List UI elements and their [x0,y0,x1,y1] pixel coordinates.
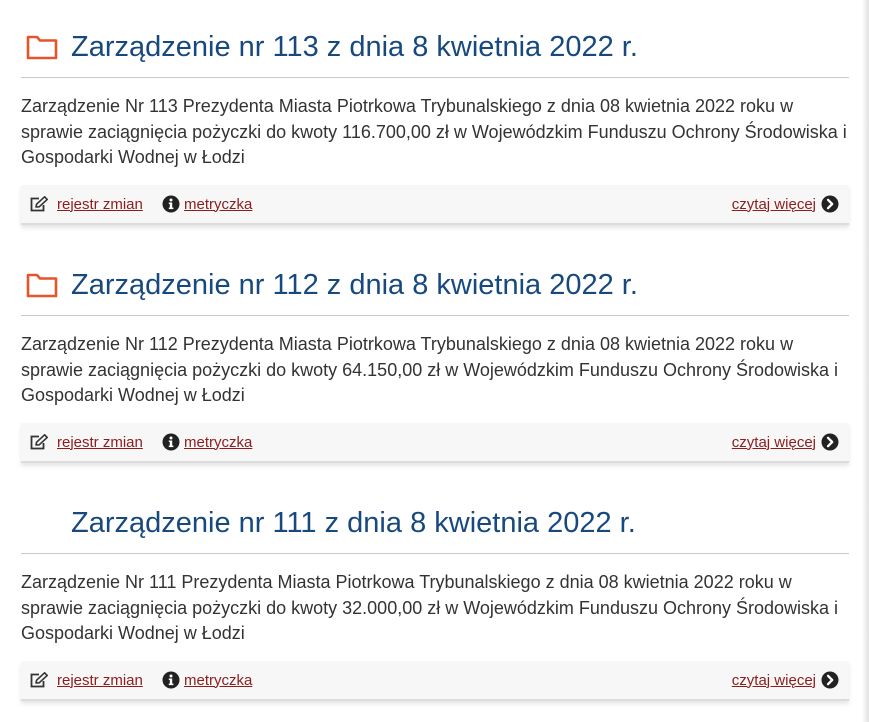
czytaj-wiecej-link[interactable]: czytaj więcej [732,423,839,461]
metryczka-label: metryczka [184,433,253,451]
czytaj-wiecej-label: czytaj więcej [731,433,816,451]
info-icon [162,433,180,451]
edit-icon [30,196,48,212]
entry-header: Zarządzenie nr 113 z dnia 8 kwietnia 202… [21,25,849,78]
document-list: Zarządzenie nr 113 z dnia 8 kwietnia 202… [21,0,849,714]
czytaj-wiecej-label: czytaj więcej [731,671,816,689]
metryczka-link[interactable]: metryczka [162,423,252,461]
czytaj-wiecej-link[interactable]: czytaj więcej [732,661,839,699]
entry-title[interactable]: Zarządzenie nr 113 z dnia 8 kwietnia 202… [71,31,638,63]
metryczka-link[interactable]: metryczka [162,185,252,223]
entry-header: Zarządzenie nr 112 z dnia 8 kwietnia 202… [21,263,849,316]
metryczka-label: metryczka [184,195,253,213]
arrow-circle-right-icon [821,671,839,689]
folder-icon [26,273,58,298]
document-entry: Zarządzenie nr 113 z dnia 8 kwietnia 202… [21,0,849,238]
czytaj-wiecej-link[interactable]: czytaj więcej [732,185,839,223]
rejestr-zmian-link[interactable]: rejestr zmian [29,185,143,223]
entry-title[interactable]: Zarządzenie nr 112 z dnia 8 kwietnia 202… [71,269,638,301]
rejestr-zmian-label: rejestr zmian [57,671,143,689]
metryczka-link[interactable]: metryczka [162,661,252,699]
entry-actions-bar: rejestr zmian metryczka czytaj więcej [21,661,849,701]
entry-actions-bar: rejestr zmian metryczka czytaj więcej [21,185,849,225]
folder-icon [26,35,58,60]
info-icon [162,671,180,689]
entry-actions-bar: rejestr zmian metryczka czytaj więcej [21,423,849,463]
arrow-circle-right-icon [821,433,839,451]
document-entry: Zarządzenie nr 112 z dnia 8 kwietnia 202… [21,238,849,476]
edit-icon [30,434,48,450]
entry-description: Zarządzenie Nr 111 Prezydenta Miasta Pio… [21,572,839,643]
document-entry: Zarządzenie nr 111 z dnia 8 kwietnia 202… [21,476,849,714]
edit-icon [30,672,48,688]
metryczka-label: metryczka [184,671,253,689]
scrollbar-track[interactable] [862,0,869,722]
entry-description: Zarządzenie Nr 112 Prezydenta Miasta Pio… [21,334,839,405]
rejestr-zmian-label: rejestr zmian [57,195,143,213]
entry-title[interactable]: Zarządzenie nr 111 z dnia 8 kwietnia 202… [71,507,636,539]
rejestr-zmian-link[interactable]: rejestr zmian [29,661,143,699]
info-icon [162,195,180,213]
rejestr-zmian-link[interactable]: rejestr zmian [29,423,143,461]
entry-description: Zarządzenie Nr 113 Prezydenta Miasta Pio… [21,96,847,167]
arrow-circle-right-icon [821,195,839,213]
rejestr-zmian-label: rejestr zmian [57,433,143,451]
czytaj-wiecej-label: czytaj więcej [731,195,816,213]
entry-header: Zarządzenie nr 111 z dnia 8 kwietnia 202… [21,501,849,554]
